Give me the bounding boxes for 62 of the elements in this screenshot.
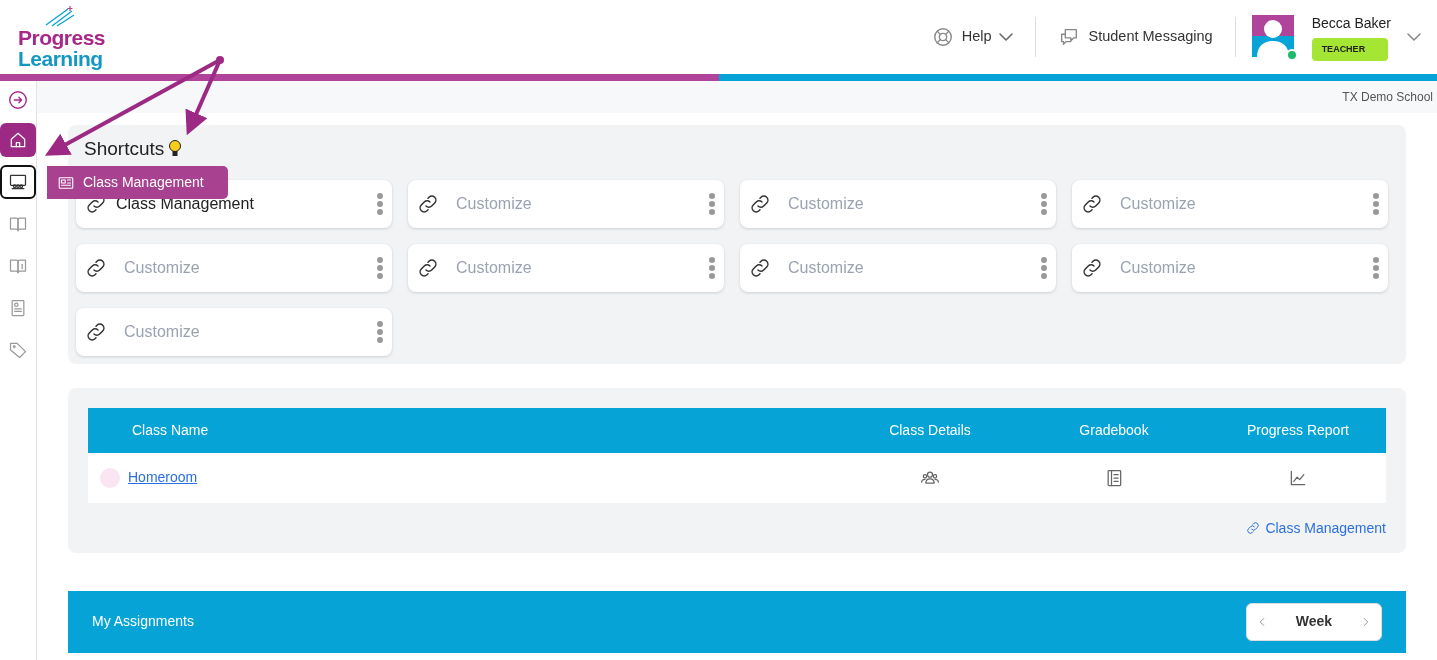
sidebar-item[interactable] bbox=[0, 123, 36, 158]
tag-icon bbox=[8, 340, 28, 361]
column-header: Gradebook bbox=[1079, 421, 1149, 438]
shortcut-label: Customize bbox=[788, 257, 864, 278]
school-name: TX Demo School bbox=[1342, 89, 1433, 106]
column-header: Class Name bbox=[132, 421, 209, 438]
user-name: Becca Baker bbox=[1311, 13, 1391, 33]
shortcut-card[interactable]: Customize bbox=[408, 179, 724, 228]
vertical-dots-icon bbox=[376, 319, 384, 344]
class-management-link[interactable]: Class Management bbox=[1245, 517, 1386, 539]
chevron-down-icon bbox=[999, 33, 1014, 41]
column-header: Progress Report bbox=[1247, 421, 1349, 438]
more-options-button[interactable] bbox=[708, 191, 716, 216]
chevron-down-icon bbox=[1407, 33, 1421, 42]
more-options-button[interactable] bbox=[1040, 191, 1048, 216]
role-badge: TEACHER bbox=[1311, 37, 1388, 62]
link-icon bbox=[1245, 520, 1262, 536]
shortcut-label: Customize bbox=[124, 257, 200, 278]
more-options-button[interactable] bbox=[708, 255, 716, 280]
shortcut-label: Customize bbox=[124, 321, 200, 342]
more-options-button[interactable] bbox=[1372, 191, 1380, 216]
shortcut-card[interactable]: Customize bbox=[1072, 243, 1388, 292]
more-options-button[interactable] bbox=[376, 255, 384, 280]
lifebuoy-icon bbox=[931, 26, 954, 48]
tooltip: Class Management bbox=[47, 166, 228, 199]
shortcut-label: Customize bbox=[1120, 257, 1196, 278]
more-options-button[interactable] bbox=[376, 319, 384, 344]
logo-text: Progress bbox=[18, 27, 106, 48]
vertical-dots-icon bbox=[1372, 191, 1380, 216]
vertical-dots-icon bbox=[376, 255, 384, 280]
shortcut-card[interactable]: Customize bbox=[76, 243, 392, 292]
student-messaging-link[interactable]: Student Messaging bbox=[1052, 25, 1219, 49]
more-options-button[interactable] bbox=[1372, 255, 1380, 280]
avatar-silhouette bbox=[1251, 15, 1294, 57]
column-header: Class Details bbox=[889, 421, 971, 438]
vertical-dots-icon bbox=[708, 255, 716, 280]
shortcut-label: Customize bbox=[456, 257, 532, 278]
arrow-right-circle-icon bbox=[7, 89, 29, 112]
class-name-link[interactable]: Homeroom bbox=[128, 467, 198, 488]
shortcut-card[interactable]: Customize bbox=[408, 243, 724, 292]
shortcut-card[interactable]: Customize bbox=[1072, 179, 1388, 228]
shortcut-label: Customize bbox=[1120, 193, 1196, 214]
more-options-button[interactable] bbox=[1040, 255, 1048, 280]
shortcut-label: Customize bbox=[788, 193, 864, 214]
shortcut-card[interactable]: Customize bbox=[740, 243, 1056, 292]
lightbulb-icon bbox=[168, 140, 183, 159]
vertical-dots-icon bbox=[1040, 191, 1048, 216]
shortcut-label: Customize bbox=[456, 193, 532, 214]
more-options-button[interactable] bbox=[376, 191, 384, 216]
sidebar-item[interactable] bbox=[0, 165, 36, 200]
logo-text: Learning bbox=[18, 48, 103, 69]
expand-sidebar-button[interactable] bbox=[7, 89, 29, 112]
shortcut-card[interactable]: Customize bbox=[740, 179, 1056, 228]
vertical-dots-icon bbox=[376, 191, 384, 216]
section-title: My Assignments bbox=[92, 612, 194, 631]
help-menu[interactable]: Help bbox=[925, 25, 1020, 49]
vertical-dots-icon bbox=[708, 191, 716, 216]
vertical-dots-icon bbox=[1040, 255, 1048, 280]
vertical-dots-icon bbox=[1372, 255, 1380, 280]
section-title: Shortcuts bbox=[84, 137, 165, 161]
period-label: Week bbox=[1295, 612, 1333, 631]
shortcut-card[interactable]: Customize bbox=[76, 307, 392, 356]
